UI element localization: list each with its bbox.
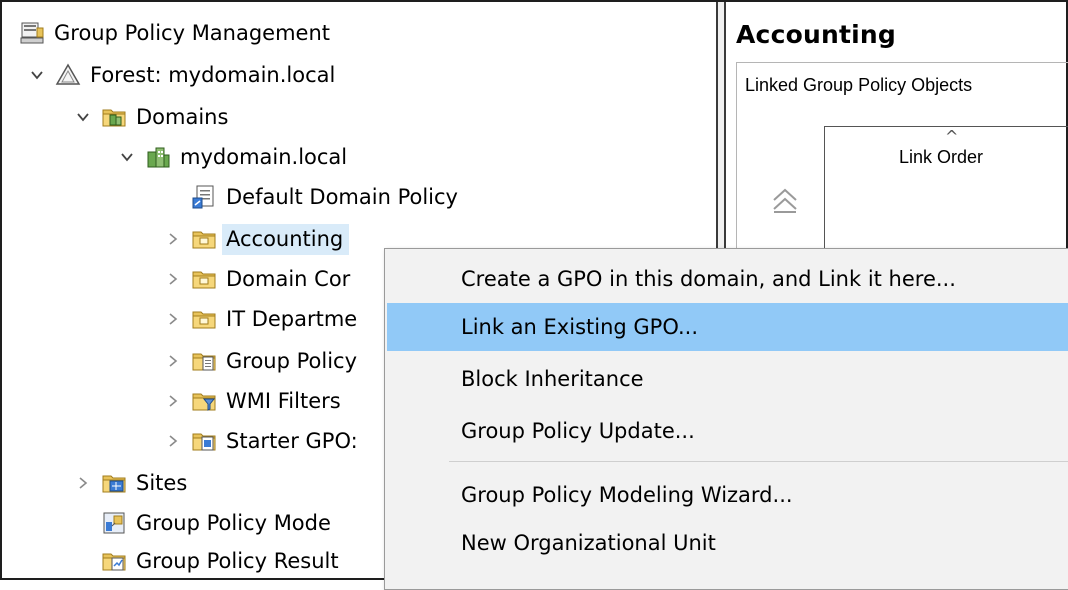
modeling-icon [100,509,128,537]
tab-linked-gpos[interactable]: Linked Group Policy Objects [736,62,1068,109]
menu-item-label: Link an Existing GPO... [461,315,699,339]
tree-item-label: Group Policy [226,348,358,373]
chevron-right-icon[interactable] [164,352,182,370]
chevron-down-icon[interactable] [118,148,136,166]
tab-linked-gpos-label: Linked Group Policy Objects [745,75,973,95]
gpm-console-icon [18,19,46,47]
tree-item-default-domain-policy[interactable]: Default Domain Policy [164,178,464,216]
tree-item-label: Starter GPO: [226,428,358,453]
tree-item-label: Group Policy Mode [136,510,331,535]
column-header-label: Link Order [899,147,984,167]
tree-item-label: Forest: mydomain.local [90,62,336,87]
starter-gpo-folder-icon [190,427,218,455]
menu-item-label: Group Policy Update... [461,419,695,443]
menu-item-create-a-gpo-in-this-domain-and-link-it-here[interactable]: Create a GPO in this domain, and Link it… [387,255,1068,303]
domain-icon [144,143,172,171]
domains-folder-icon [100,103,128,131]
tree-item-label: Domains [136,104,229,129]
tree-item-label: Sites [136,470,188,495]
sites-folder-icon [100,469,128,497]
gpo-folder-icon [190,347,218,375]
tree-item-sites[interactable]: Sites [74,464,193,502]
chevron-right-icon[interactable] [164,310,182,328]
tree-item-wmi-filters[interactable]: WMI Filters [164,382,347,420]
tree-item-group-policy[interactable]: Group Policy [164,342,363,380]
tree-item-it-departme[interactable]: IT Departme [164,300,363,338]
tree-item-accounting[interactable]: Accounting [164,220,350,258]
ou-folder-icon [190,225,218,253]
menu-item-label: New Organizational Unit [461,531,716,555]
tree-item-domain-cor[interactable]: Domain Cor [164,260,356,298]
chevron-down-icon[interactable] [74,108,92,126]
menu-item-label: Group Policy Modeling Wizard... [461,483,793,507]
context-menu: Create a GPO in this domain, and Link it… [384,248,1068,590]
chevron-right-icon[interactable] [74,474,92,492]
menu-item-link-an-existing-gpo[interactable]: Link an Existing GPO... [387,303,1068,351]
tree-item-starter-gpo[interactable]: Starter GPO: [164,422,364,460]
menu-separator [449,461,1068,462]
sort-ascending-icon: ^ [945,127,959,146]
results-icon [100,547,128,575]
tree-item-label: Domain Cor [226,266,351,291]
tree-item-label: Group Policy Management [54,20,331,45]
tree-item-group-policy-result[interactable]: Group Policy Result [74,542,345,578]
window-frame: Group Policy Management Forest: mydomain.… [0,0,1068,590]
tree-item-label: WMI Filters [226,388,341,413]
tree-item-label: mydomain.local [180,144,348,169]
chevron-right-icon[interactable] [164,432,182,450]
tree-item-label: IT Departme [226,306,358,331]
menu-item-label: Create a GPO in this domain, and Link it… [461,267,956,291]
menu-item-group-policy-update[interactable]: Group Policy Update... [387,407,1068,455]
tree-item-domains[interactable]: Domains [74,98,234,136]
forest-icon [54,61,82,89]
column-header-link-order[interactable]: ^ Link Order [825,127,1068,187]
menu-item-new-organizational-unit[interactable]: New Organizational Unit [387,519,1068,567]
ou-folder-icon [190,305,218,333]
details-title: Accounting [736,20,896,49]
wmi-folder-icon [190,387,218,415]
chevron-down-icon[interactable] [28,66,46,84]
menu-item-label: Block Inheritance [461,367,644,391]
chevron-right-icon[interactable] [164,270,182,288]
tree-item-mydomain-local[interactable]: mydomain.local [118,138,353,176]
tree-item-forest-mydomain-local[interactable]: Forest: mydomain.local [28,56,341,94]
menu-item-group-policy-modeling-wizard[interactable]: Group Policy Modeling Wizard... [387,471,1068,519]
chevron-right-icon[interactable] [164,392,182,410]
gpo-link-icon [190,183,218,211]
ou-folder-icon [190,265,218,293]
menu-item-block-inheritance[interactable]: Block Inheritance [387,355,1068,403]
tree-item-group-policy-mode[interactable]: Group Policy Mode [74,504,337,542]
tree-item-label: Default Domain Policy [226,184,458,209]
tree-item-label: Group Policy Result [136,548,339,573]
move-link-up-icon[interactable] [770,184,800,214]
tree-item-group-policy-management[interactable]: Group Policy Management [18,14,336,52]
tree-item-label: Accounting [222,223,350,255]
chevron-right-icon[interactable] [164,230,182,248]
